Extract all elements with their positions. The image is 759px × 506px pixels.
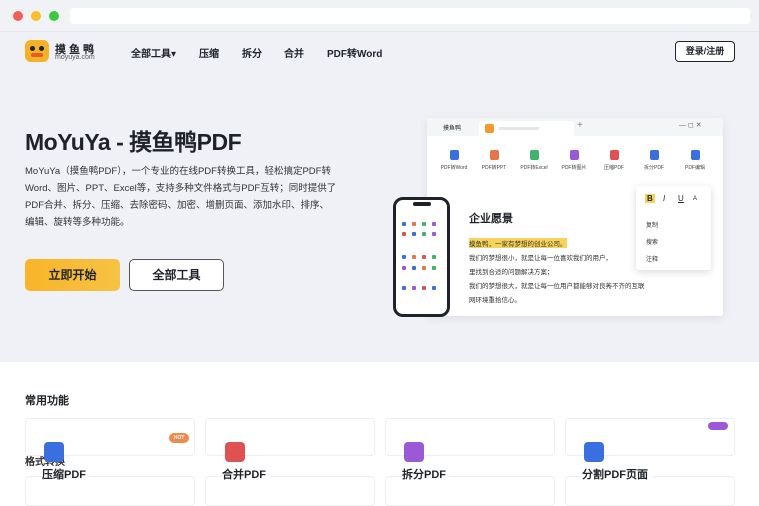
- mockup-tool: PDF转Word: [434, 150, 474, 171]
- doc-line: 网环境重拾信心。: [469, 297, 521, 304]
- login-button[interactable]: 登录/注册: [675, 41, 735, 62]
- underline-icon: U: [678, 194, 684, 203]
- duck-logo-icon: [25, 40, 49, 62]
- doc-title: 企业愿景: [469, 213, 513, 225]
- mockup-active-tab: [479, 121, 574, 136]
- mockup-tool: PDF转PPT: [474, 150, 514, 171]
- hero-title: MoYuYa - 摸鱼鸭PDF: [25, 129, 242, 155]
- ctx-search: 搜索: [646, 240, 659, 246]
- nav-all-tools[interactable]: 全部工具▾: [131, 45, 176, 60]
- doc-highlight: 摸鱼鸭，一家有梦想的创业公司。: [469, 238, 567, 248]
- mockup-tab-label: 摸鱼鸭: [443, 126, 462, 132]
- badge-icon: [708, 422, 728, 430]
- page: 摸鱼鸭 moyuya.com 全部工具▾ 压缩 拆分 合并 PDF转Word 登…: [0, 32, 759, 506]
- browser-toolbar: [0, 0, 759, 32]
- section-title: 常用功能: [25, 395, 69, 407]
- mockup-tabbar: 摸鱼鸭 + — ◻ ✕: [427, 118, 723, 136]
- nav-split[interactable]: 拆分: [242, 45, 262, 60]
- split-pages-icon: [584, 442, 604, 462]
- hot-badge: HOT: [169, 433, 189, 443]
- address-bar[interactable]: [70, 8, 750, 24]
- mockup-tool: 拆分PDF: [634, 150, 674, 171]
- hero-description: MoYuYa（摸鱼鸭PDF），一个专业的在线PDF转换工具，轻松搞定PDF转 W…: [25, 166, 337, 228]
- hero-section: 摸鱼鸭 moyuya.com 全部工具▾ 压缩 拆分 合并 PDF转Word 登…: [0, 32, 759, 362]
- feature-label[interactable]: 分割PDF页面: [582, 466, 652, 482]
- doc-line: 我们的梦想很大，就是让每一位用户都能够对良莠不齐的互联: [469, 283, 645, 290]
- mockup-tool: PDF转Excel: [514, 150, 554, 171]
- close-window-dot[interactable]: [13, 11, 23, 21]
- maximize-window-dot[interactable]: [49, 11, 59, 21]
- font-size-icon: A: [693, 196, 698, 202]
- phone-notch: [413, 202, 431, 206]
- nav-compress[interactable]: 压缩: [199, 45, 219, 60]
- doc-line: 我们的梦想很小，就是让每一位喜欢我们的用户，: [469, 255, 612, 262]
- nav-pdf-to-word[interactable]: PDF转Word: [327, 45, 382, 60]
- start-button[interactable]: 立即开始: [25, 259, 120, 291]
- feature-label[interactable]: 压缩PDF: [42, 466, 90, 482]
- mockup-tab-icon: [485, 124, 494, 133]
- split-pdf-icon: [404, 442, 424, 462]
- nav-merge[interactable]: 合并: [284, 45, 304, 60]
- italic-icon: I: [663, 194, 666, 203]
- feature-label[interactable]: 合并PDF: [222, 466, 270, 482]
- merge-pdf-icon: [225, 442, 245, 462]
- minimize-window-dot[interactable]: [31, 11, 41, 21]
- compress-pdf-icon: [44, 442, 64, 462]
- mockup-context-menu: B I U A 复制 搜索 注释: [636, 186, 711, 270]
- brand-domain: moyuya.com: [55, 54, 95, 61]
- mockup-tool: 压缩PDF: [594, 150, 634, 171]
- ctx-annotate: 注释: [646, 257, 659, 263]
- ctx-copy: 复制: [646, 223, 659, 229]
- mockup-tool: PDF编辑: [675, 150, 715, 171]
- phone-mockup-illustration: [393, 197, 450, 317]
- mockup-tool: PDF转图片: [554, 150, 594, 171]
- plus-icon: +: [577, 120, 583, 131]
- bold-icon: B: [645, 194, 655, 203]
- doc-line: 里找到合适的问题解决方案；: [469, 269, 554, 276]
- window-controls-icon: — ◻ ✕: [679, 122, 702, 129]
- all-tools-button[interactable]: 全部工具: [129, 259, 224, 291]
- feature-label[interactable]: 拆分PDF: [402, 466, 450, 482]
